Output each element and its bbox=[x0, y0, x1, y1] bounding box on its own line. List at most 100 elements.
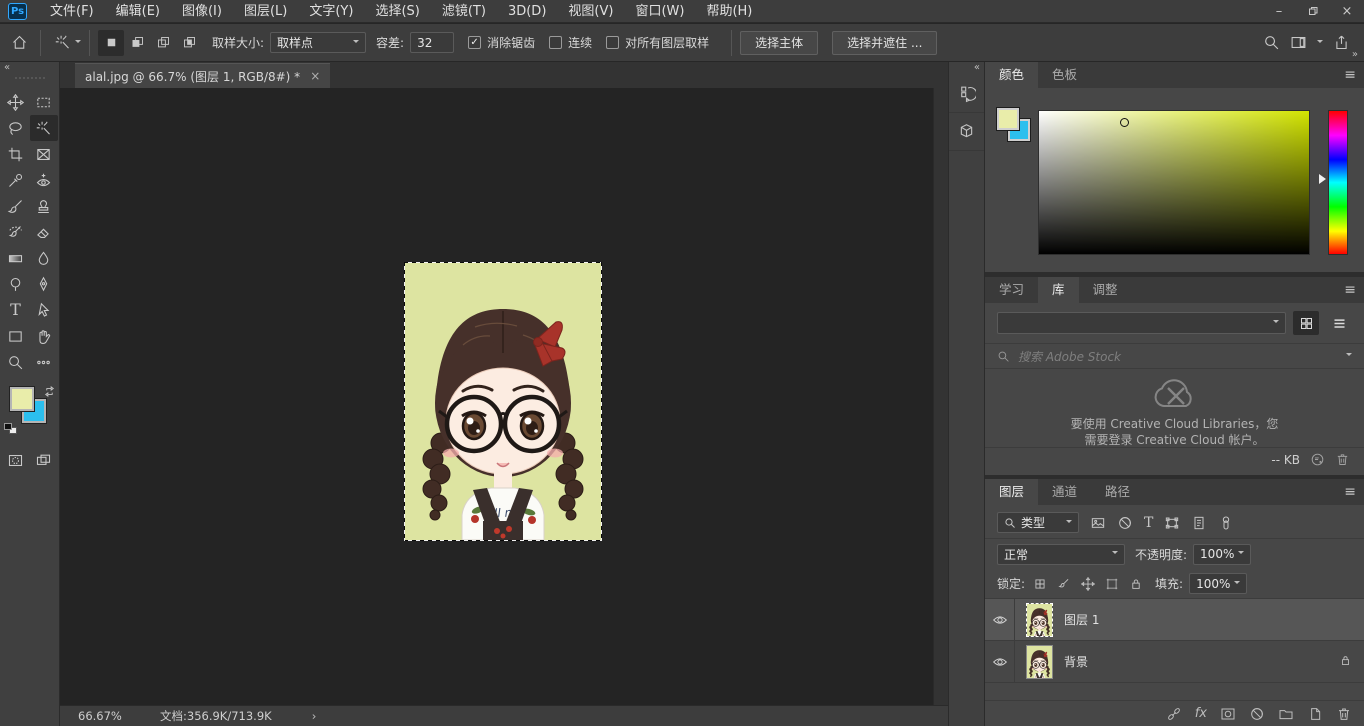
hue-slider-pointer-icon[interactable] bbox=[1319, 174, 1331, 184]
tab-paths[interactable]: 路径 bbox=[1091, 479, 1144, 505]
lasso-tool[interactable] bbox=[2, 115, 30, 141]
panel-menu-icon[interactable]: ≡ bbox=[1344, 62, 1356, 88]
eraser-tool[interactable] bbox=[30, 219, 58, 245]
menu-help[interactable]: 帮助(H) bbox=[695, 0, 763, 23]
type-tool[interactable]: T bbox=[2, 297, 30, 323]
tab-adjustments[interactable]: 调整 bbox=[1079, 277, 1132, 303]
saturation-brightness-field[interactable] bbox=[1038, 110, 1310, 255]
expand-dock-icon[interactable]: « bbox=[949, 62, 984, 75]
anti-alias-checkbox[interactable]: ✓ bbox=[468, 36, 481, 49]
lock-all-button[interactable] bbox=[1129, 577, 1143, 591]
new-adjustment-layer-button[interactable] bbox=[1249, 706, 1265, 722]
layer-name[interactable]: 图层 1 bbox=[1064, 611, 1099, 628]
move-tool[interactable] bbox=[2, 89, 30, 115]
tolerance-input[interactable] bbox=[410, 32, 454, 53]
selection-mode-new-button[interactable] bbox=[98, 30, 124, 56]
tool-preset-button[interactable] bbox=[49, 30, 75, 56]
panel-foreground-swatch[interactable] bbox=[997, 108, 1019, 130]
path-selection-tool[interactable] bbox=[30, 297, 58, 323]
screen-mode-button[interactable] bbox=[30, 447, 58, 473]
rectangle-tool[interactable] bbox=[2, 323, 30, 349]
menu-window[interactable]: 窗口(W) bbox=[624, 0, 695, 23]
lock-artboard-button[interactable] bbox=[1105, 577, 1119, 591]
layer-filter-dropdown[interactable]: 类型 bbox=[997, 512, 1079, 533]
gradient-tool[interactable] bbox=[2, 245, 30, 271]
canvas-area[interactable] bbox=[60, 88, 933, 705]
layer-row-layer1[interactable]: 图层 1 bbox=[985, 599, 1364, 641]
tab-swatches[interactable]: 色板 bbox=[1038, 62, 1091, 88]
brush-tool[interactable] bbox=[2, 193, 30, 219]
layer-row-background[interactable]: 背景 bbox=[985, 641, 1364, 683]
canvas-scrollbar[interactable] bbox=[933, 88, 948, 705]
document-tab[interactable]: alal.jpg @ 66.7% (图层 1, RGB/8#) * × bbox=[75, 63, 330, 88]
foreground-color-swatch[interactable] bbox=[10, 387, 34, 411]
workspace-caret-icon[interactable] bbox=[1317, 40, 1323, 46]
share-icon[interactable] bbox=[1333, 34, 1350, 51]
tab-color[interactable]: 颜色 bbox=[985, 62, 1038, 88]
delete-layer-button[interactable] bbox=[1336, 706, 1352, 722]
add-layer-mask-button[interactable] bbox=[1220, 706, 1236, 722]
frame-tool[interactable] bbox=[30, 141, 58, 167]
status-expand-icon[interactable]: › bbox=[312, 709, 317, 723]
select-and-mask-button[interactable]: 选择并遮住 ... bbox=[832, 31, 937, 55]
marquee-tool[interactable] bbox=[30, 89, 58, 115]
workspace-icon[interactable] bbox=[1290, 34, 1307, 51]
filter-by-smart-object-button[interactable] bbox=[1191, 515, 1207, 531]
tab-libraries[interactable]: 库 bbox=[1038, 277, 1079, 303]
selection-mode-subtract-button[interactable] bbox=[150, 30, 176, 56]
grid-view-button[interactable] bbox=[1293, 311, 1319, 335]
new-group-button[interactable] bbox=[1278, 706, 1294, 722]
tab-close-icon[interactable]: × bbox=[310, 69, 320, 83]
menu-select[interactable]: 选择(S) bbox=[364, 0, 430, 23]
layer-visibility-toggle[interactable] bbox=[985, 641, 1015, 683]
layer-thumbnail[interactable] bbox=[1027, 604, 1052, 636]
search-icon[interactable] bbox=[1263, 34, 1280, 51]
crop-tool[interactable] bbox=[2, 141, 30, 167]
color-picker-marker[interactable] bbox=[1120, 118, 1129, 127]
collapse-panels-icon[interactable]: » bbox=[1352, 49, 1358, 60]
library-select-dropdown[interactable] bbox=[997, 312, 1286, 334]
menu-layer[interactable]: 图层(L) bbox=[233, 0, 298, 23]
layer-name[interactable]: 背景 bbox=[1064, 653, 1088, 670]
healing-tool[interactable] bbox=[30, 167, 58, 193]
list-view-button[interactable] bbox=[1326, 311, 1352, 335]
layer-thumbnail[interactable] bbox=[1027, 646, 1052, 678]
select-subject-button[interactable]: 选择主体 bbox=[740, 31, 818, 55]
link-layers-button[interactable] bbox=[1166, 706, 1182, 722]
filter-by-image-button[interactable] bbox=[1090, 515, 1106, 531]
menu-edit[interactable]: 编辑(E) bbox=[105, 0, 171, 23]
selection-mode-add-button[interactable] bbox=[124, 30, 150, 56]
sample-size-dropdown[interactable]: 取样点 bbox=[270, 32, 366, 53]
tab-channels[interactable]: 通道 bbox=[1038, 479, 1091, 505]
close-button[interactable]: × bbox=[1330, 0, 1364, 23]
zoom-level-field[interactable]: 66.67% bbox=[78, 709, 138, 723]
layer-filter-toggle[interactable] bbox=[1218, 515, 1234, 531]
sample-all-layers-checkbox[interactable] bbox=[606, 36, 619, 49]
menu-file[interactable]: 文件(F) bbox=[39, 0, 105, 23]
dodge-tool[interactable] bbox=[2, 271, 30, 297]
history-panel-button[interactable] bbox=[949, 75, 984, 113]
panel-menu-icon[interactable]: ≡ bbox=[1344, 277, 1356, 303]
properties-panel-button[interactable] bbox=[949, 113, 984, 151]
pen-tool[interactable] bbox=[30, 271, 58, 297]
magic-wand-tool[interactable] bbox=[30, 115, 58, 141]
menu-view[interactable]: 视图(V) bbox=[557, 0, 624, 23]
fill-field[interactable]: 100% bbox=[1189, 573, 1247, 594]
tool-preset-caret-icon[interactable] bbox=[75, 40, 81, 46]
document-image[interactable] bbox=[405, 263, 601, 540]
zoom-tool[interactable] bbox=[2, 349, 30, 375]
selection-mode-intersect-button[interactable] bbox=[176, 30, 202, 56]
edit-toolbar-button[interactable] bbox=[30, 349, 58, 375]
filter-by-shape-button[interactable] bbox=[1164, 515, 1180, 531]
layer-style-button[interactable]: fx bbox=[1195, 706, 1207, 721]
home-button[interactable] bbox=[6, 30, 32, 56]
hand-tool[interactable] bbox=[30, 323, 58, 349]
menu-image[interactable]: 图像(I) bbox=[171, 0, 233, 23]
blend-mode-dropdown[interactable]: 正常 bbox=[997, 544, 1125, 565]
filter-by-type-button[interactable]: T bbox=[1144, 515, 1153, 531]
menu-3d[interactable]: 3D(D) bbox=[497, 0, 557, 23]
tab-layers[interactable]: 图层 bbox=[985, 479, 1038, 505]
clone-stamp-tool[interactable] bbox=[30, 193, 58, 219]
tools-grip[interactable] bbox=[0, 75, 59, 83]
default-colors-icon[interactable] bbox=[4, 423, 18, 435]
